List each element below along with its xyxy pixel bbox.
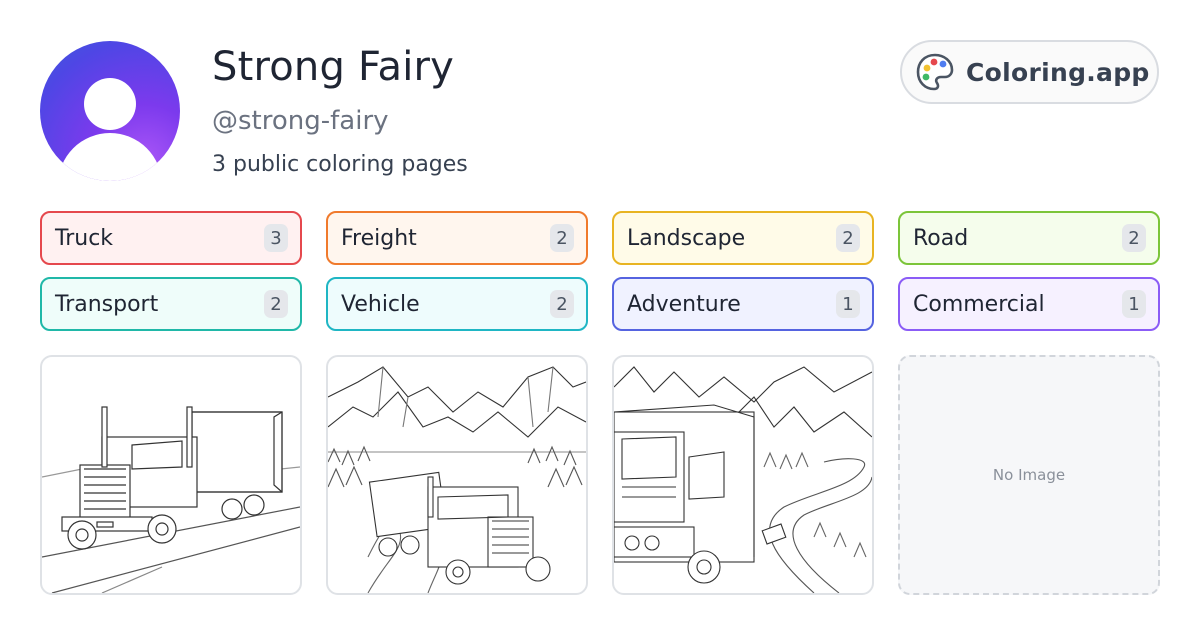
- tag-transport[interactable]: Transport 2: [40, 277, 302, 331]
- palette-icon: [916, 53, 954, 91]
- coloring-page-card-truck-road[interactable]: [40, 355, 302, 595]
- tag-label: Landscape: [627, 225, 746, 251]
- coloring-page-card-empty: No Image: [898, 355, 1160, 595]
- public-page-count: 3 public coloring pages: [212, 152, 468, 177]
- tag-commercial[interactable]: Commercial 1: [898, 277, 1160, 331]
- tag-label: Transport: [55, 291, 159, 317]
- tag-label: Vehicle: [341, 291, 420, 317]
- tag-adventure[interactable]: Adventure 1: [612, 277, 874, 331]
- tag-count: 1: [1122, 290, 1146, 318]
- tag-count: 2: [1122, 224, 1146, 252]
- tag-freight[interactable]: Freight 2: [326, 211, 588, 265]
- tag-landscape[interactable]: Landscape 2: [612, 211, 874, 265]
- tag-vehicle[interactable]: Vehicle 2: [326, 277, 588, 331]
- avatar-head-shape: [84, 78, 136, 130]
- no-image-label: No Image: [992, 466, 1066, 484]
- coloring-page-card-winding-road-truck[interactable]: [612, 355, 874, 595]
- tag-count: 2: [550, 290, 574, 318]
- tag-label: Truck: [55, 225, 114, 251]
- truck-road-illustration: [42, 406, 300, 593]
- tag-road[interactable]: Road 2: [898, 211, 1160, 265]
- tag-count: 2: [836, 224, 860, 252]
- tag-label: Adventure: [627, 291, 741, 317]
- tag-count: 3: [264, 224, 288, 252]
- brand-badge[interactable]: Coloring.app: [900, 40, 1159, 104]
- profile-handle: @strong-fairy: [212, 106, 389, 136]
- tag-truck[interactable]: Truck 3: [40, 211, 302, 265]
- tag-label: Commercial: [913, 291, 1045, 317]
- profile-name: Strong Fairy: [212, 44, 455, 90]
- tag-label: Road: [913, 225, 969, 251]
- brand-label: Coloring.app: [966, 57, 1150, 87]
- tag-grid: Truck 3 Freight 2 Landscape 2 Road 2 Transpo…: [40, 211, 1160, 331]
- tag-count: 1: [836, 290, 860, 318]
- avatar: [40, 41, 180, 181]
- avatar-body-shape: [58, 133, 162, 181]
- coloring-page-card-mountain-truck[interactable]: [326, 355, 588, 595]
- tag-count: 2: [550, 224, 574, 252]
- coloring-page-grid: No Image: [40, 355, 1160, 595]
- tag-count: 2: [264, 290, 288, 318]
- mountain-truck-illustration: [328, 366, 586, 593]
- tag-label: Freight: [341, 225, 417, 251]
- winding-road-illustration: [614, 366, 872, 593]
